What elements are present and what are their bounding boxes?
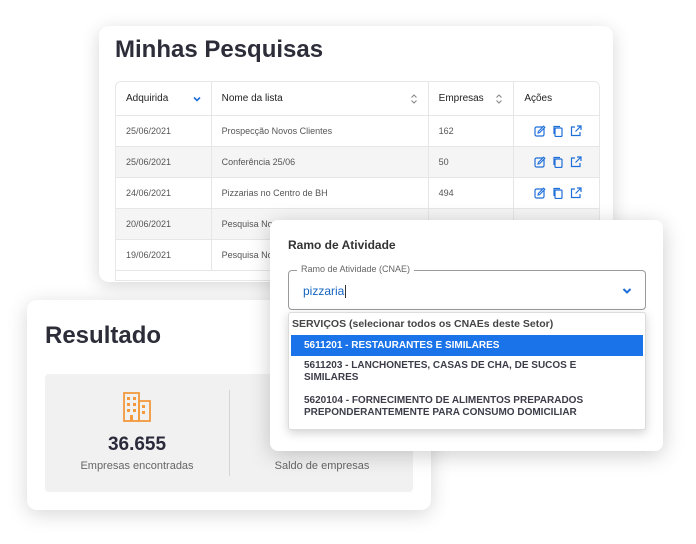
column-empresas[interactable]: Empresas (429, 82, 515, 115)
open-external-icon[interactable] (570, 187, 582, 199)
option-label: 5611203 - LANCHONETES, CASAS DE CHA, DE … (304, 360, 577, 371)
edit-icon[interactable] (534, 156, 546, 168)
row-actions (514, 147, 599, 177)
row-date: 25/06/2021 (116, 147, 212, 177)
row-name: Prospecção Novos Clientes (212, 116, 429, 146)
stat-label: Empresas encontradas (80, 460, 194, 472)
ramo-atividade-popup: Ramo de Atividade Ramo de Atividade (CNA… (270, 220, 663, 451)
text-caret (345, 285, 347, 299)
row-count: 494 (429, 178, 515, 208)
sort-icon[interactable] (494, 93, 504, 105)
cnae-field-label: Ramo de Atividade (CNAE) (297, 264, 415, 274)
copy-icon[interactable] (552, 156, 564, 168)
row-date: 20/06/2021 (116, 209, 212, 239)
option-label: 5611201 - RESTAURANTES E SIMILARES (304, 339, 500, 351)
dropdown-option[interactable]: 5611203 - LANCHONETES, CASAS DE CHA, DE … (291, 360, 643, 384)
chevron-down-icon[interactable] (192, 94, 202, 104)
resultado-title: Resultado (45, 322, 162, 349)
column-acoes: Ações (514, 82, 599, 115)
row-name: Pizzarias no Centro de BH (212, 178, 429, 208)
dropdown-option[interactable]: 5611201 - RESTAURANTES E SIMILARES (291, 335, 643, 356)
row-actions (514, 116, 599, 146)
copy-icon[interactable] (552, 187, 564, 199)
stat-value: 36.655 (107, 434, 167, 455)
row-count: 50 (429, 147, 515, 177)
column-acoes-label: Ações (524, 93, 553, 104)
ramo-title: Ramo de Atividade (288, 238, 396, 252)
table-row[interactable]: 25/06/2021 Conferência 25/06 50 (116, 147, 599, 178)
option-label-cont: SIMILARES (304, 372, 359, 383)
stat-empresas-encontradas: 36.655 Empresas encontradas (45, 374, 229, 492)
table-header: Adquirida Nome da lista Empresas Ações (116, 82, 599, 116)
column-adquirida-label: Adquirida (126, 93, 169, 104)
table-row[interactable]: 25/06/2021 Prospecção Novos Clientes 162 (116, 116, 599, 147)
open-external-icon[interactable] (570, 156, 582, 168)
chevron-down-icon[interactable] (621, 285, 633, 297)
open-external-icon[interactable] (570, 125, 582, 137)
row-actions (514, 178, 599, 208)
row-date: 25/06/2021 (116, 116, 212, 146)
cnae-dropdown-list: SERVIÇOS (selecionar todos os CNAEs dest… (288, 312, 646, 430)
copy-icon[interactable] (552, 125, 564, 137)
edit-icon[interactable] (534, 125, 546, 137)
stat-label: Saldo de empresas (274, 460, 370, 472)
option-label: 5620104 - FORNECIMENTO DE ALIMENTOS PREP… (304, 395, 584, 406)
cnae-select-field[interactable]: Ramo de Atividade (CNAE) pizzaria (288, 264, 646, 310)
column-empresas-label: Empresas (438, 93, 484, 104)
edit-icon[interactable] (534, 187, 546, 199)
column-nome-label: Nome da lista (221, 93, 283, 104)
row-date: 24/06/2021 (116, 178, 212, 208)
column-nome[interactable]: Nome da lista (212, 82, 429, 115)
dropdown-option[interactable]: 5620104 - FORNECIMENTO DE ALIMENTOS PREP… (291, 395, 643, 419)
pesquisas-title: Minhas Pesquisas (115, 36, 324, 63)
building-icon (123, 392, 151, 422)
dropdown-group-servicos[interactable]: SERVIÇOS (selecionar todos os CNAEs dest… (292, 318, 553, 330)
cnae-input[interactable]: pizzaria (303, 284, 347, 299)
sort-icon[interactable] (409, 93, 419, 105)
row-name: Conferência 25/06 (212, 147, 429, 177)
column-adquirida[interactable]: Adquirida (116, 82, 212, 115)
option-label-cont: PREPONDERANTEMENTE PARA CONSUMO DOMICILI… (304, 407, 577, 418)
cnae-input-value: pizzaria (303, 284, 345, 298)
row-date: 19/06/2021 (116, 240, 212, 270)
row-count: 162 (429, 116, 515, 146)
table-row[interactable]: 24/06/2021 Pizzarias no Centro de BH 494 (116, 178, 599, 209)
